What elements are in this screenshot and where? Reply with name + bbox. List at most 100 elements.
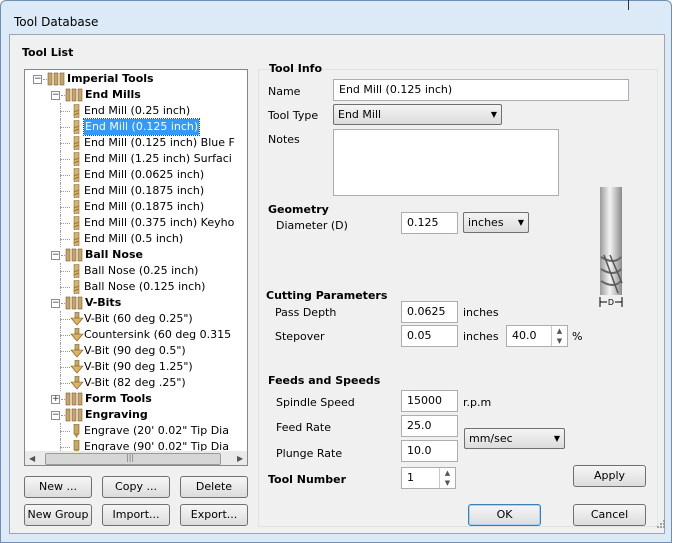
apply-button[interactable]: Apply <box>573 465 646 487</box>
spin-up-icon[interactable]: ▲ <box>552 326 567 336</box>
stepover-input[interactable]: 0.05 <box>401 325 458 347</box>
diameter-label: Diameter (D) <box>276 219 348 232</box>
spin-up-icon[interactable]: ▲ <box>440 468 455 478</box>
tree-connector <box>60 231 61 247</box>
tree-group-row[interactable]: − V-Bits <box>25 295 247 311</box>
tree-tool-row[interactable]: End Mill (0.375 inch) Keyho <box>25 215 247 231</box>
tree-tool-row[interactable]: Engrave (90' 0.02" Tip Dia <box>25 439 247 451</box>
tree-tool-row[interactable]: V-Bit (60 deg 0.25") <box>25 311 247 327</box>
tool-name-input[interactable]: End Mill (0.125 inch) <box>333 79 629 101</box>
collapse-icon[interactable]: − <box>51 251 60 260</box>
new-group-button[interactable]: New Group <box>24 504 92 526</box>
tree-tool-row[interactable]: End Mill (0.5 inch) <box>25 231 247 247</box>
tree-connector <box>60 279 61 295</box>
tree-group-row[interactable]: − Engraving <box>25 407 247 423</box>
rate-units-select[interactable]: mm/sec ▼ <box>464 428 565 449</box>
spin-down-icon[interactable]: ▼ <box>440 478 455 488</box>
tree-connector <box>60 359 61 375</box>
collapse-icon[interactable]: − <box>51 411 60 420</box>
dialog-body: Tool List − Imperial Tools − End Mills End M… <box>9 34 665 534</box>
stepover-percent-input[interactable]: 40.0 ▲ ▼ <box>506 325 568 347</box>
tree-connector <box>60 111 70 112</box>
tree-connector <box>60 439 61 451</box>
horizontal-scroll-thumb[interactable]: ||| <box>45 453 221 465</box>
tree-group-row[interactable]: − Ball Nose <box>25 247 247 263</box>
tree-tool-row[interactable]: Ball Nose (0.125 inch) <box>25 279 247 295</box>
tree-connector <box>60 271 70 272</box>
tree-group-row[interactable]: − Imperial Tools <box>25 71 247 87</box>
tree-tool-row[interactable]: End Mill (0.125 inch) Blue F <box>25 135 247 151</box>
tree-connector <box>60 327 61 343</box>
spin-down-icon[interactable]: ▼ <box>552 336 567 346</box>
tree-tool-row[interactable]: V-Bit (90 deg 1.25") <box>25 359 247 375</box>
expand-icon[interactable]: + <box>51 395 60 404</box>
tree-horizontal-scrollbar[interactable]: ◀ ||| ▶ <box>25 451 247 465</box>
tree-item-label: End Mill (0.25 inch) <box>84 104 191 117</box>
tool-type-value: End Mill <box>338 108 382 121</box>
tree-item-label: End Mill (1.25 inch) Surfaci <box>84 152 232 165</box>
tree-tool-row[interactable]: End Mill (0.0625 inch) <box>25 167 247 183</box>
tool-number-input[interactable]: 1 ▲ ▼ <box>401 467 456 489</box>
scroll-right-arrow-icon[interactable]: ▶ <box>237 454 243 463</box>
tree-tool-row[interactable]: V-Bit (82 deg .25") <box>25 375 247 391</box>
tree-item-label: Imperial Tools <box>67 72 154 85</box>
background-divider <box>628 0 629 10</box>
tool-type-select[interactable]: End Mill ▼ <box>333 104 502 125</box>
tree-connector <box>60 103 61 119</box>
plunge-rate-input[interactable]: 10.0 <box>401 440 458 462</box>
tree-connector <box>60 183 61 199</box>
chevron-down-icon: ▼ <box>517 218 524 227</box>
tree-connector <box>60 287 70 288</box>
notes-textarea[interactable] <box>333 129 559 196</box>
ok-button[interactable]: OK <box>468 504 541 526</box>
title-bar[interactable]: Tool Database <box>1 1 671 33</box>
cancel-button[interactable]: Cancel <box>573 504 646 526</box>
scroll-left-arrow-icon[interactable]: ◀ <box>29 454 35 463</box>
tree-tool-row[interactable]: End Mill (0.1875 inch) <box>25 183 247 199</box>
scroll-grip-icon: ||| <box>126 453 135 462</box>
diameter-input[interactable]: 0.125 <box>401 212 458 234</box>
tree-tool-row[interactable]: Ball Nose (0.25 inch) <box>25 263 247 279</box>
diameter-units-select[interactable]: inches ▼ <box>463 212 529 233</box>
tree-connector <box>60 199 61 215</box>
chevron-down-icon: ▼ <box>553 434 560 443</box>
tree-connector <box>60 375 61 391</box>
tree-group-row[interactable]: + Form Tools <box>25 391 247 407</box>
tree-tool-row[interactable]: End Mill (0.1875 inch) <box>25 199 247 215</box>
pass-depth-unit: inches <box>463 306 499 319</box>
resize-grip-icon[interactable] <box>656 519 666 529</box>
tree-tool-row[interactable]: End Mill (0.25 inch) <box>25 103 247 119</box>
feed-rate-input[interactable]: 25.0 <box>401 415 458 437</box>
feeds-speeds-heading: Feeds and Speeds <box>268 374 381 387</box>
tree-tool-row[interactable]: End Mill (1.25 inch) Surfaci <box>25 151 247 167</box>
spindle-speed-input[interactable]: 15000 <box>401 390 458 412</box>
copy-tool-button[interactable]: Copy ... <box>102 476 170 498</box>
spindle-speed-unit: r.p.m <box>463 396 492 409</box>
collapse-icon[interactable]: − <box>51 91 60 100</box>
cutting-parameters-heading: Cutting Parameters <box>266 289 388 302</box>
tree-group-row[interactable]: − End Mills <box>25 87 247 103</box>
tree-connector <box>60 207 70 208</box>
new-tool-button[interactable]: New ... <box>24 476 92 498</box>
tree-tool-row[interactable]: Countersink (60 deg 0.315 <box>25 327 247 343</box>
tree-item-label: End Mill (0.1875 inch) <box>84 184 205 197</box>
collapse-icon[interactable]: − <box>51 299 60 308</box>
tree-connector <box>60 311 61 327</box>
tree-tool-row[interactable]: End Mill (0.125 inch) <box>25 118 247 136</box>
tree-connector <box>60 167 61 183</box>
chevron-down-icon: ▼ <box>490 110 497 119</box>
export-button[interactable]: Export... <box>180 504 248 526</box>
tree-item-label: Countersink (60 deg 0.315 <box>84 328 232 341</box>
tool-tree[interactable]: − Imperial Tools − End Mills End Mill (0.25 … <box>24 69 248 466</box>
tool-info-heading: Tool Info <box>269 62 323 75</box>
tree-tool-row[interactable]: V-Bit (90 deg 0.5") <box>25 343 247 359</box>
tool-number-spinner[interactable]: ▲ ▼ <box>439 468 455 488</box>
tree-item-label: V-Bit (60 deg 0.25") <box>84 312 193 325</box>
pass-depth-input[interactable]: 0.0625 <box>401 301 458 323</box>
delete-tool-button[interactable]: Delete <box>180 476 248 498</box>
tree-tool-row[interactable]: Engrave (20' 0.02" Tip Dia <box>25 423 247 439</box>
stepover-unit: inches <box>463 330 499 343</box>
collapse-icon[interactable]: − <box>33 75 42 84</box>
import-button[interactable]: Import... <box>102 504 170 526</box>
stepover-spinner[interactable]: ▲ ▼ <box>551 326 567 346</box>
